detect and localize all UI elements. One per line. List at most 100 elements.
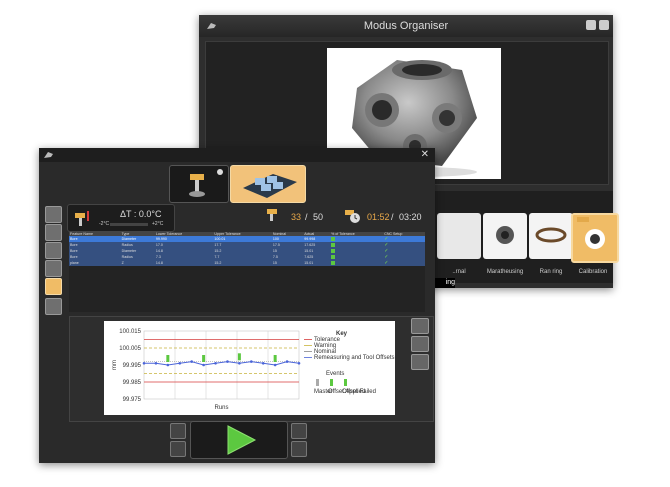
table-cell bbox=[330, 260, 384, 266]
time-elapsed: 01:52 bbox=[367, 212, 390, 222]
table-cell: 15 bbox=[271, 260, 304, 266]
delta-scale bbox=[110, 223, 148, 226]
camera-button[interactable] bbox=[291, 423, 307, 439]
table-cell: ✓ bbox=[383, 260, 425, 266]
y-tick-label: 100.005 bbox=[119, 346, 141, 352]
sidebar-report-button[interactable] bbox=[45, 206, 62, 223]
chart-notes-button[interactable] bbox=[411, 336, 429, 352]
event-marker bbox=[166, 355, 170, 362]
thumb-calibration[interactable] bbox=[571, 213, 619, 263]
sidebar-chart-button[interactable] bbox=[45, 298, 62, 315]
play-icon bbox=[227, 425, 257, 455]
probe-icon bbox=[189, 169, 223, 197]
sidebar-results-button[interactable] bbox=[45, 278, 62, 295]
data-point bbox=[285, 360, 289, 363]
minimize-button[interactable] bbox=[586, 20, 596, 30]
time-separator: / bbox=[391, 212, 394, 222]
fixture-icon bbox=[243, 174, 297, 198]
data-point bbox=[250, 360, 253, 363]
sidebar-folder-button[interactable] bbox=[45, 260, 62, 277]
chart-probe-button[interactable] bbox=[411, 318, 429, 334]
table-cell: 14.8 bbox=[154, 260, 214, 266]
y-tick-label: 99.995 bbox=[123, 363, 142, 369]
measure-window: ✕ ΔT : 0.0°C -2°C +2°C 33 / 50 01:52 / 0… bbox=[39, 148, 435, 463]
delta-low: -2°C bbox=[99, 221, 110, 227]
part-count: 33 bbox=[291, 212, 302, 222]
data-point bbox=[178, 362, 182, 365]
approve-button[interactable] bbox=[291, 441, 307, 457]
table-cell: plane bbox=[69, 260, 121, 266]
app-logo-icon bbox=[44, 152, 53, 158]
organiser-titlebar: Modus Organiser bbox=[199, 15, 613, 37]
maximize-button[interactable] bbox=[599, 20, 609, 30]
chart-display-button[interactable] bbox=[411, 354, 429, 370]
data-point bbox=[214, 362, 217, 365]
event-marker bbox=[237, 353, 241, 361]
event-marker bbox=[202, 355, 206, 362]
clock-icon bbox=[345, 210, 360, 223]
tolerance-bar bbox=[331, 236, 336, 241]
time-total: 03:20 bbox=[399, 212, 422, 222]
tolerance-bar bbox=[331, 242, 336, 247]
delta-high: +2°C bbox=[152, 221, 164, 227]
tolerance-bar bbox=[331, 260, 336, 265]
data-point bbox=[261, 362, 265, 365]
data-point bbox=[154, 362, 158, 365]
sidebar-home-button[interactable] bbox=[45, 242, 62, 259]
data-point bbox=[273, 363, 277, 367]
event-marker bbox=[273, 355, 277, 362]
sidebar-settings-button[interactable] bbox=[45, 224, 62, 241]
thumb-label: Calibration bbox=[578, 269, 608, 275]
y-axis-label: mm bbox=[112, 360, 118, 370]
part-total: 50 bbox=[313, 212, 324, 222]
data-point bbox=[297, 362, 301, 365]
part-thumb-icon bbox=[496, 226, 514, 244]
table-cell: 15.2 bbox=[213, 260, 272, 266]
trend-chart: 100.015100.00599.99599.98599.975mmRunsKe… bbox=[112, 329, 395, 411]
data-point bbox=[226, 360, 229, 363]
event-swatch bbox=[344, 379, 347, 386]
key-item: Remeasuring and Tool Offsets bbox=[314, 355, 395, 361]
chart-panel: 100.015 100.005 99.995 99.985 99.975 mm Runs Ke… bbox=[69, 316, 434, 422]
event-item: Offset Failed bbox=[342, 389, 376, 395]
y-tick-label: 99.985 bbox=[123, 380, 142, 386]
part-count-icon bbox=[267, 209, 277, 221]
check-icon: ✓ bbox=[384, 260, 389, 266]
folder-thumb-icon bbox=[577, 217, 605, 249]
chart-area: 100.015 100.005 99.995 99.985 99.975 mm Runs Ke… bbox=[104, 321, 395, 415]
x-axis-label: Runs bbox=[214, 405, 228, 411]
delta-temperature: ΔT : 0.0°C bbox=[120, 209, 162, 219]
probe-path-button[interactable] bbox=[170, 423, 186, 439]
window-title: Modus Organiser bbox=[363, 20, 449, 32]
data-point bbox=[238, 362, 241, 365]
fixture-mode-button[interactable] bbox=[230, 165, 306, 203]
events-title: Events bbox=[326, 371, 344, 377]
probe-mode-button[interactable] bbox=[169, 165, 229, 203]
app-logo-icon bbox=[207, 23, 216, 29]
event-swatch bbox=[330, 379, 333, 386]
table-cell: 15.01 bbox=[303, 260, 331, 266]
close-icon[interactable]: ✕ bbox=[421, 149, 429, 160]
tolerance-bar bbox=[331, 248, 336, 253]
event-swatch bbox=[316, 379, 319, 386]
run-button[interactable] bbox=[190, 421, 288, 459]
table-row[interactable]: plane Z 14.8 15.2 15 15.01 ✓ bbox=[69, 260, 425, 266]
measure-titlebar: ✕ bbox=[39, 148, 435, 162]
data-point bbox=[166, 363, 170, 367]
data-point bbox=[142, 362, 146, 365]
data-point bbox=[190, 360, 193, 363]
ring-thumb-icon bbox=[535, 227, 567, 243]
table-cell: Z bbox=[120, 260, 155, 266]
thumb-ran-ring[interactable] bbox=[529, 213, 573, 259]
thumb-internal[interactable] bbox=[437, 213, 481, 259]
count-separator: / bbox=[305, 212, 308, 222]
y-tick-label: 99.975 bbox=[123, 397, 142, 403]
thumb-maratheusing[interactable] bbox=[483, 213, 527, 259]
tolerance-bar bbox=[331, 254, 336, 259]
temperature-panel: ΔT : 0.0°C -2°C +2°C bbox=[67, 204, 175, 232]
y-tick-label: 100.015 bbox=[119, 329, 141, 335]
data-point bbox=[202, 363, 205, 367]
tool-button[interactable] bbox=[170, 441, 186, 457]
results-table: Feature Name Type Lower Tolerance Upper … bbox=[69, 232, 425, 266]
thermometer-icon bbox=[75, 211, 89, 226]
